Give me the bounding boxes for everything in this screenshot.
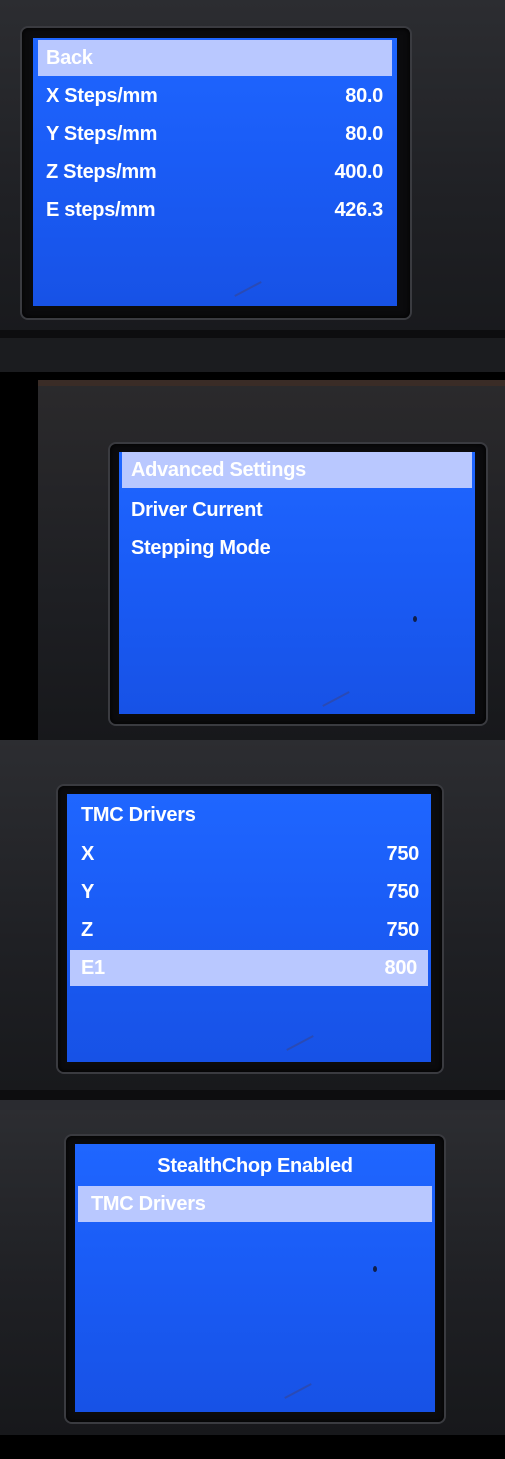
menu-row-x-steps[interactable]: X Steps/mm 80.0 [38, 78, 383, 114]
menu-row-z[interactable]: Z 750 [72, 912, 419, 948]
screen-smudge [286, 1035, 314, 1051]
menu-row-label: Z Steps/mm [46, 161, 157, 183]
menu-row-x[interactable]: X 750 [72, 836, 419, 872]
photo-panel-stealthchop: StealthChop Enabled TMC Drivers [0, 1110, 505, 1459]
screen-speck [373, 1266, 377, 1272]
menu-row-label: X [81, 843, 95, 865]
menu-row-driver-current[interactable]: Driver Current [122, 492, 472, 528]
menu-row-advanced-settings[interactable]: Advanced Settings [122, 452, 472, 488]
menu-title: TMC Drivers [81, 804, 196, 826]
menu-row-value: 400.0 [334, 161, 383, 183]
menu-row-y[interactable]: Y 750 [72, 874, 419, 910]
bezel-groove [0, 1090, 505, 1100]
menu-row-label: Driver Current [131, 499, 263, 521]
menu-row-value: 750 [386, 843, 420, 865]
menu-row-value: 80.0 [345, 85, 383, 107]
menu-row-label: Back [46, 47, 93, 69]
screen-smudge [322, 691, 350, 707]
lcd-screen: TMC Drivers X 750 Y 750 Z 750 E1 800 [67, 794, 431, 1062]
photo-panel-steps-per-mm: Back X Steps/mm 80.0 Y Steps/mm 80.0 Z S… [0, 0, 505, 372]
lcd-screen: StealthChop Enabled TMC Drivers [75, 1144, 435, 1412]
screen-smudge [284, 1383, 312, 1399]
menu-row-label: X Steps/mm [46, 85, 158, 107]
menu-row-value: 750 [386, 881, 420, 903]
menu-row-tmc-drivers[interactable]: TMC Drivers [78, 1186, 432, 1222]
menu-title-tmc-drivers: TMC Drivers [72, 797, 422, 833]
lcd-screen: Advanced Settings Driver Current Steppin… [119, 452, 475, 714]
menu-row-label: TMC Drivers [91, 1193, 206, 1215]
menu-row-back[interactable]: Back [38, 40, 392, 76]
bezel-ridge [0, 338, 505, 372]
menu-row-label: E steps/mm [46, 199, 156, 221]
black-background [0, 1435, 505, 1459]
screen-smudge [234, 281, 262, 297]
photo-panel-tmc-drivers: TMC Drivers X 750 Y 750 Z 750 E1 800 [0, 740, 505, 1110]
photo-panel-advanced-settings: Advanced Settings Driver Current Steppin… [0, 372, 505, 740]
bezel-groove [0, 330, 505, 338]
menu-row-value: 80.0 [345, 123, 383, 145]
menu-row-y-steps[interactable]: Y Steps/mm 80.0 [38, 116, 383, 152]
menu-row-label: Stepping Mode [131, 537, 271, 559]
menu-row-label: E1 [81, 957, 105, 979]
screen-speck [413, 616, 417, 622]
menu-title: StealthChop Enabled [157, 1155, 353, 1177]
menu-row-value: 426.3 [334, 199, 383, 221]
bezel-ridge [38, 380, 505, 386]
menu-row-e1[interactable]: E1 800 [70, 950, 428, 986]
menu-row-label: Y [81, 881, 95, 903]
menu-row-label: Y Steps/mm [46, 123, 158, 145]
lcd-screen: Back X Steps/mm 80.0 Y Steps/mm 80.0 Z S… [33, 38, 397, 306]
menu-row-e-steps[interactable]: E steps/mm 426.3 [38, 192, 383, 228]
menu-row-value: 750 [386, 919, 420, 941]
menu-row-z-steps[interactable]: Z Steps/mm 400.0 [38, 154, 383, 190]
bezel-ridge [0, 1100, 505, 1110]
menu-row-value: 800 [384, 957, 418, 979]
menu-row-stepping-mode[interactable]: Stepping Mode [122, 530, 472, 566]
menu-row-label: Advanced Settings [131, 459, 306, 481]
menu-title-stealthchop: StealthChop Enabled [75, 1148, 435, 1184]
menu-row-label: Z [81, 919, 93, 941]
